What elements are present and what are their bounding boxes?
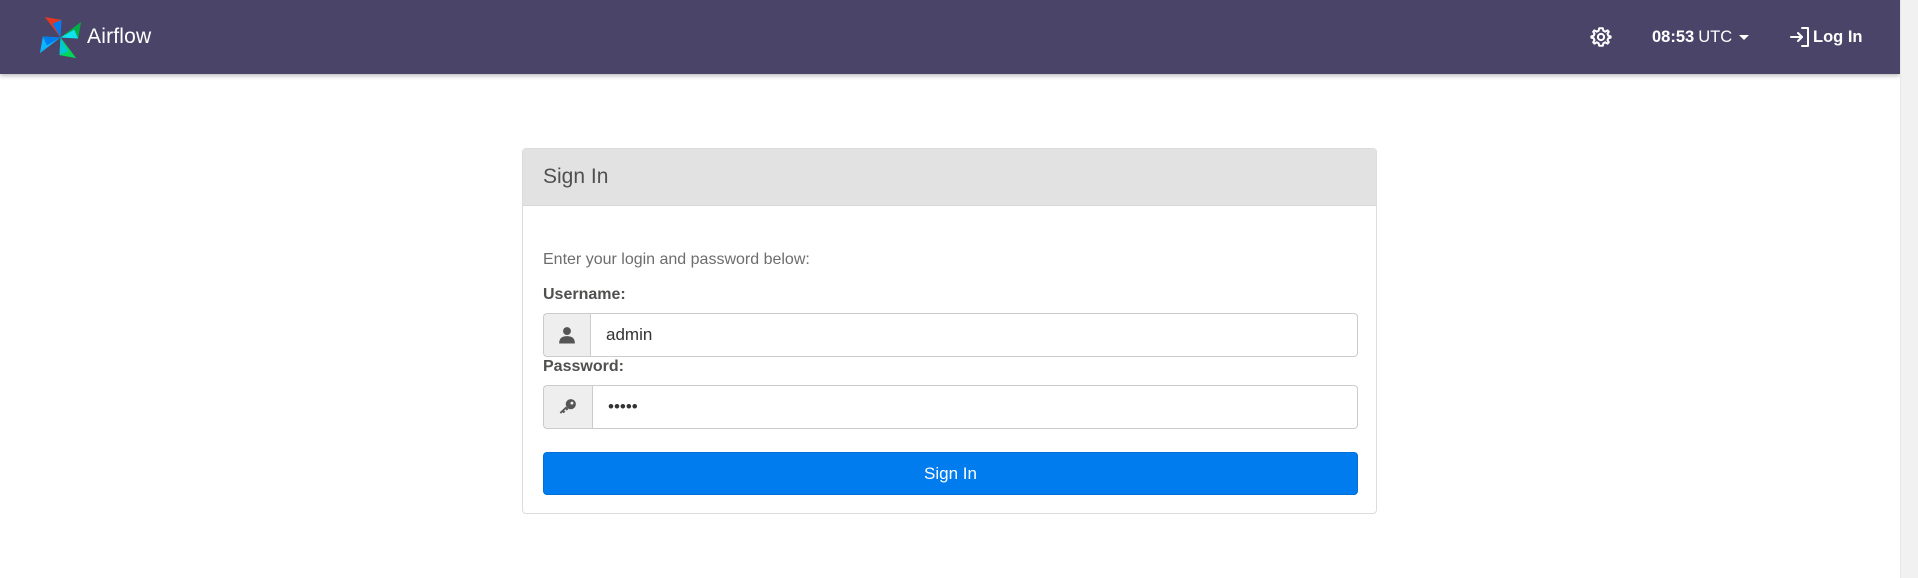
caret-down-icon	[1739, 34, 1750, 40]
page: Airflow 08:53 UTC Log In Sign In Enter y…	[0, 0, 1918, 578]
username-input[interactable]	[590, 313, 1358, 357]
airflow-pinwheel-icon	[37, 14, 84, 61]
password-input-group	[543, 385, 1358, 429]
sign-in-button[interactable]: Sign In	[543, 452, 1358, 495]
top-navbar: Airflow 08:53 UTC Log In	[0, 0, 1900, 74]
brand-link[interactable]: Airflow	[37, 10, 151, 64]
login-label: Log In	[1813, 27, 1863, 46]
sign-in-icon	[1788, 25, 1813, 49]
panel-title: Sign In	[523, 149, 1376, 206]
password-input[interactable]	[592, 385, 1358, 429]
login-link[interactable]: Log In	[1788, 0, 1862, 74]
user-icon	[543, 313, 590, 357]
gear-icon	[1590, 26, 1612, 48]
login-panel: Sign In Enter your login and password be…	[522, 148, 1377, 514]
username-input-group	[543, 313, 1358, 357]
key-icon	[543, 385, 592, 429]
timezone-dropdown[interactable]: 08:53 UTC	[1652, 0, 1750, 74]
brand-name: Airflow	[87, 25, 152, 48]
login-instructions: Enter your login and password below:	[543, 251, 810, 268]
clock-time: 08:53	[1652, 27, 1695, 46]
password-label: Password:	[543, 358, 624, 375]
clock-timezone: UTC	[1698, 27, 1733, 46]
username-label: Username:	[543, 286, 626, 303]
settings-button[interactable]	[1586, 0, 1616, 74]
vertical-scrollbar[interactable]	[1900, 0, 1918, 578]
